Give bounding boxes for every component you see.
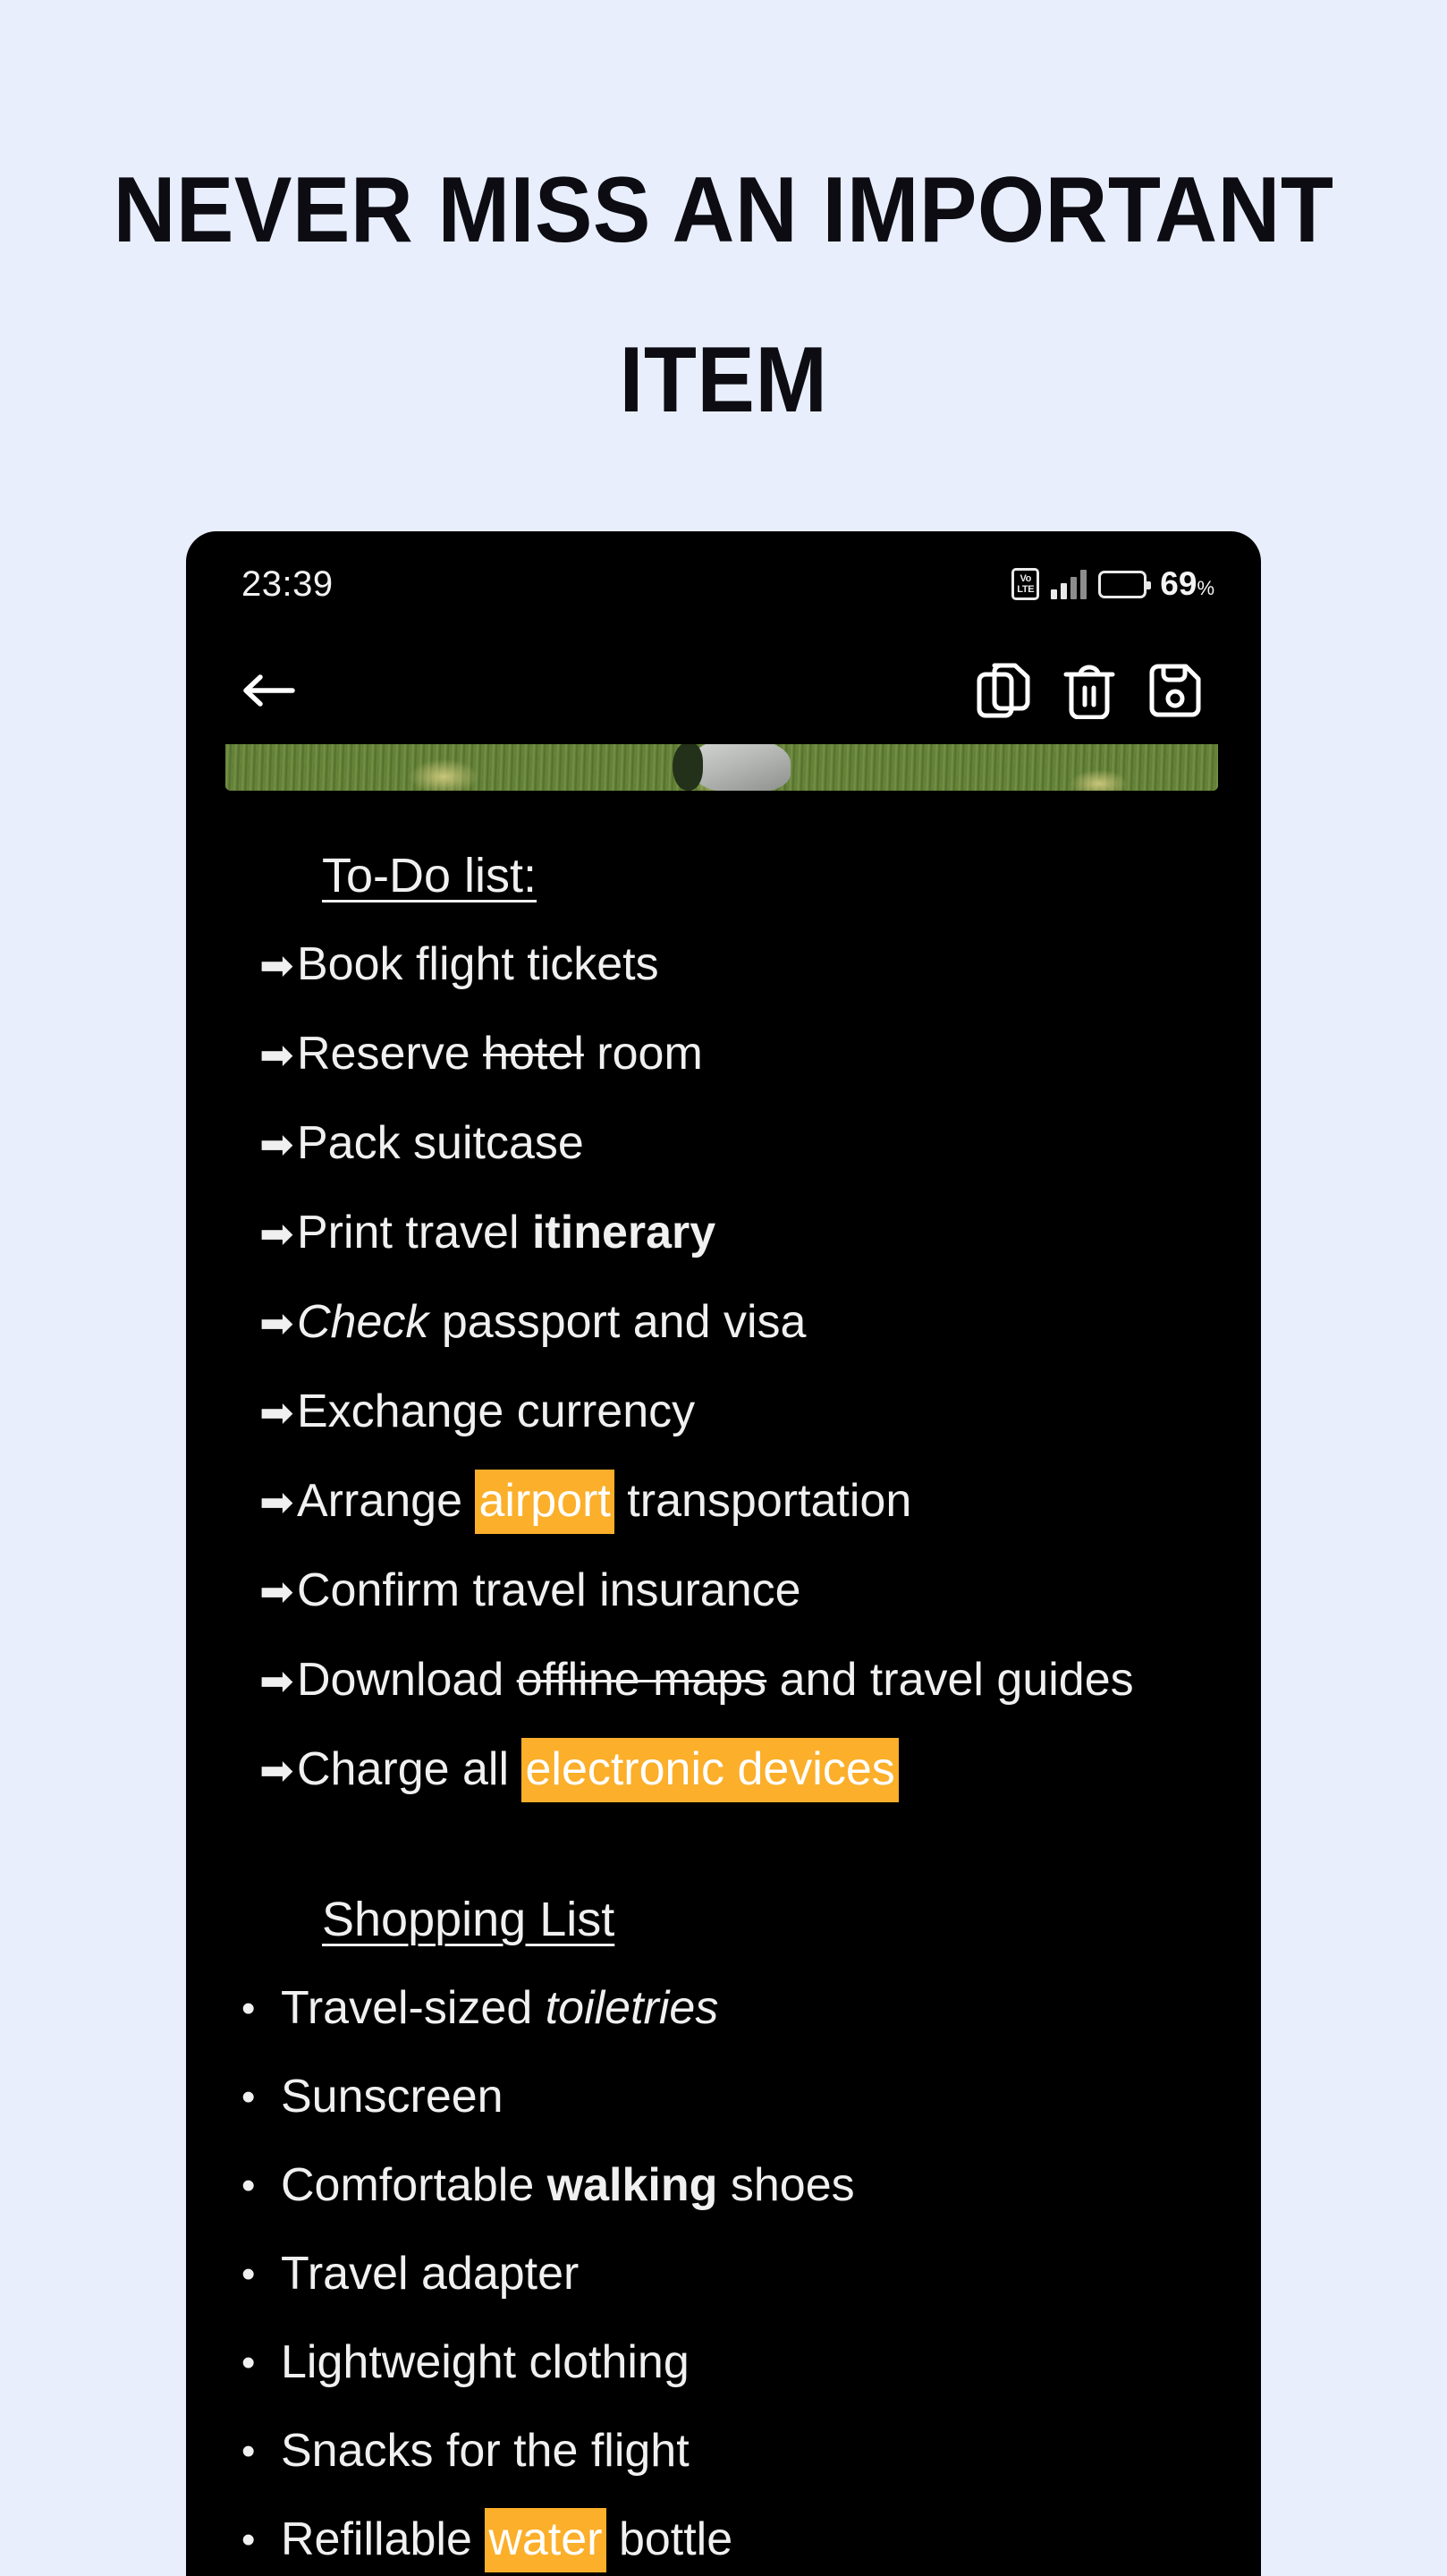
list-item[interactable]: • Travel adapter (225, 2230, 1222, 2318)
arrow-bullet-icon: ➡ (259, 1389, 294, 1436)
battery-percent-value: 69 (1160, 565, 1197, 602)
arrow-bullet-icon: ➡ (259, 1568, 294, 1614)
arrow-bullet-icon: ➡ (259, 1300, 294, 1346)
list-item-text: Lightweight clothing (281, 2336, 690, 2388)
list-item-text-bold: walking (546, 2159, 718, 2211)
arrow-bullet-icon: ➡ (259, 1747, 294, 1793)
list-item[interactable]: ➡Reserve hotel room (225, 1010, 1222, 1099)
list-item[interactable]: ➡Print travel itinerary (225, 1189, 1222, 1278)
arrow-bullet-icon: ➡ (259, 1479, 294, 1525)
list-item-text: Travel adapter (281, 2248, 580, 2300)
signal-strength-icon (1051, 569, 1087, 599)
list-item[interactable]: • Refillable water bottle (225, 2496, 1222, 2576)
list-item-text-italic: Check (297, 1296, 429, 1348)
volte-icon: Vo LTE (1011, 568, 1040, 600)
delete-button[interactable] (1046, 648, 1132, 733)
list-item-text: Arrange (297, 1475, 476, 1527)
copy-icon (977, 663, 1030, 718)
arrow-bullet-icon: ➡ (259, 1121, 294, 1167)
arrow-bullet-icon: ➡ (259, 1657, 294, 1704)
list-item-text: Exchange currency (297, 1385, 696, 1437)
list-item[interactable]: • Lightweight clothing (225, 2318, 1222, 2407)
list-item-text: Charge all (297, 1743, 522, 1795)
status-bar-indicators: Vo LTE 69% (1011, 565, 1214, 603)
back-arrow-icon (243, 674, 295, 707)
status-bar-clock: 23:39 (241, 564, 334, 604)
todo-list-heading: To-Do list: (322, 849, 537, 902)
list-item-text: and travel guides (766, 1654, 1134, 1706)
list-item[interactable]: ➡Arrange airport transportation (225, 1457, 1222, 1546)
list-item[interactable]: ➡Charge all electronic devices (225, 1725, 1222, 1815)
list-item-text-highlight: water (485, 2508, 606, 2572)
battery-icon (1098, 570, 1152, 598)
list-item-text-highlight: electronic devices (521, 1738, 899, 1802)
list-item-text: Download (297, 1654, 517, 1706)
trash-icon (1063, 665, 1115, 719)
list-item-text: Reserve (297, 1028, 484, 1080)
list-item[interactable]: ➡Download offline maps and travel guides (225, 1636, 1222, 1725)
arrow-bullet-icon: ➡ (259, 1210, 294, 1257)
arrow-bullet-icon: ➡ (259, 942, 294, 988)
battery-percent-symbol: % (1197, 577, 1214, 599)
dot-bullet-icon: • (241, 1987, 256, 2030)
phone-mockup: 23:39 Vo LTE 69% To-Do list: ➡Book fligh… (186, 531, 1261, 2576)
list-item-text-bold: itinerary (531, 1207, 716, 1258)
list-item-text: Snacks for the flight (281, 2425, 690, 2477)
arrow-bullet-icon: ➡ (259, 1031, 294, 1078)
shopping-list: • Travel-sized toiletries • Sunscreen • Comfo… (225, 1964, 1222, 2576)
list-item[interactable]: ➡Confirm travel insurance (225, 1546, 1222, 1636)
note-text-area[interactable]: To-Do list: ➡Book flight tickets ➡Reserve… (186, 791, 1261, 2576)
list-item[interactable]: • Comfortable walking shoes (225, 2141, 1222, 2230)
save-button[interactable] (1132, 648, 1218, 733)
list-item-text-strike: hotel (483, 1028, 584, 1080)
shopping-list-heading: Shopping List (322, 1893, 615, 1946)
list-item-text: room (583, 1028, 703, 1080)
list-item-text: Travel-sized (281, 1982, 546, 2034)
list-item-text: Sunscreen (281, 2071, 503, 2123)
note-body[interactable]: To-Do list: ➡Book flight tickets ➡Reserve… (186, 744, 1261, 2576)
list-item-text: Pack suitcase (297, 1117, 584, 1169)
photo-subject (672, 744, 791, 791)
battery-percent-label: 69% (1160, 565, 1214, 603)
list-item[interactable]: ➡Pack suitcase (225, 1099, 1222, 1189)
dot-bullet-icon: • (241, 2164, 256, 2207)
note-attached-photo[interactable] (225, 744, 1218, 791)
list-item-text: shoes (717, 2159, 855, 2211)
list-item-text: bottle (605, 2513, 733, 2565)
list-item-text-strike: offline maps (516, 1654, 767, 1706)
list-item-text: Refillable (281, 2513, 486, 2565)
dot-bullet-icon: • (241, 2252, 256, 2296)
list-item[interactable]: ➡Check passport and visa (225, 1278, 1222, 1368)
list-item-text: Confirm travel insurance (297, 1564, 801, 1616)
list-item[interactable]: • Sunscreen (225, 2053, 1222, 2141)
save-floppy-icon (1149, 664, 1201, 717)
back-button[interactable] (225, 648, 311, 733)
page-title: NEVER MISS AN IMPORTANT ITEM (113, 158, 1334, 432)
dot-bullet-icon: • (241, 2518, 256, 2562)
list-item[interactable]: • Travel-sized toiletries (225, 1964, 1222, 2053)
list-item-text: Print travel (297, 1207, 532, 1258)
todo-list: ➡Book flight tickets ➡Reserve hotel room ➡… (225, 920, 1222, 1815)
list-item[interactable]: • Snacks for the flight (225, 2407, 1222, 2496)
list-item[interactable]: ➡Book flight tickets (225, 920, 1222, 1010)
volte-icon-line2: LTE (1017, 584, 1035, 595)
dot-bullet-icon: • (241, 2075, 256, 2119)
dot-bullet-icon: • (241, 2341, 256, 2385)
copy-button[interactable] (960, 648, 1046, 733)
volte-icon-line1: Vo (1020, 573, 1032, 584)
status-bar: 23:39 Vo LTE 69% (186, 531, 1261, 637)
list-item-text: Book flight tickets (297, 938, 659, 990)
list-item[interactable]: ➡Exchange currency (225, 1368, 1222, 1457)
list-item-text: transportation (613, 1475, 912, 1527)
list-item-text: passport and visa (428, 1296, 807, 1348)
promo-page: NEVER MISS AN IMPORTANT ITEM 23:39 Vo LT… (0, 0, 1447, 2576)
list-item-text-highlight: airport (475, 1470, 614, 1534)
note-toolbar (186, 637, 1261, 744)
dot-bullet-icon: • (241, 2429, 256, 2473)
list-item-text-italic: toiletries (545, 1982, 719, 2034)
list-item-text: Comfortable (281, 2159, 547, 2211)
